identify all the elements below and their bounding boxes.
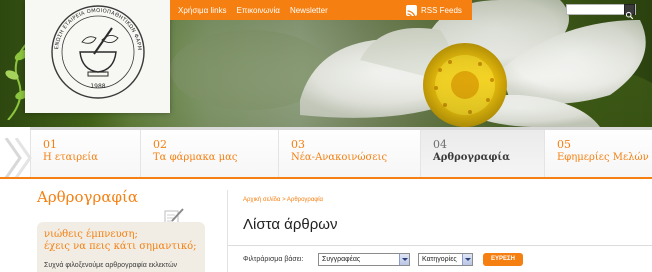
tab-medicines[interactable]: 02 Τα φάρμακα μας	[140, 127, 278, 177]
tab-label: Τα φάρμακα μας	[153, 152, 238, 163]
top-link-contact[interactable]: Επικοινωνία	[229, 6, 282, 15]
sidebar-slogan-line2: έχεις να πεις κάτι σημαντικό;	[44, 241, 197, 252]
tab-news[interactable]: 03 Νέα-Ανακοινώσεις	[278, 127, 420, 177]
sidebar-slogan-line1: νιώθεις έμπνευση;	[44, 229, 138, 240]
logo[interactable]: ΕΝΩΣΗ ΕΤΑΙΡΕΙΑ ΟΜΟΙΟΠΑΘΗΤΙΚΩΝ ΦΑΡΜΑΚΟΠΟΙ…	[25, 0, 170, 113]
category-select-value: Κατηγορίες	[422, 256, 457, 263]
category-select[interactable]: Κατηγορίες	[418, 253, 473, 266]
tab-articles[interactable]: 04 Αρθρογραφία	[420, 127, 544, 177]
sidebar-title: Αρθρογραφία	[37, 188, 138, 206]
top-link-newsletter[interactable]: Newsletter	[282, 6, 330, 15]
nav-divider	[0, 177, 652, 179]
logo-year: 1988	[90, 83, 105, 90]
tab-label: Εφημερίες Μελών	[557, 152, 649, 163]
logo-emblem: ΕΝΩΣΗ ΕΤΑΙΡΕΙΑ ΟΜΟΙΟΠΑΘΗΤΙΚΩΝ ΦΑΡΜΑΚΟΠΟΙ…	[36, 0, 145, 99]
tab-number: 04	[433, 138, 447, 151]
sidebar-slogan: νιώθεις έμπνευση; έχεις να πεις κάτι σημ…	[44, 229, 214, 253]
page-title: Λίστα άρθρων	[243, 216, 338, 233]
chevron-down-icon	[399, 254, 409, 265]
top-link-useful-links[interactable]: Χρήσιμα links	[170, 6, 229, 15]
chevron-down-icon	[462, 254, 472, 265]
filter-label: Φιλτράρισμα βάσει:	[243, 256, 304, 263]
breadcrumb[interactable]: Αρχική σελίδα > Αρθρογραφία	[243, 197, 323, 203]
tab-label: Νέα-Ανακοινώσεις	[291, 152, 388, 163]
nav-arrows-decoration	[4, 138, 32, 178]
search-icon	[625, 11, 634, 20]
rss-icon	[406, 4, 417, 19]
header-banner: ΕΝΩΣΗ ΕΤΑΙΡΕΙΑ ΟΜΟΙΟΠΑΘΗΤΙΚΩΝ ΦΑΡΜΑΚΟΠΟΙ…	[0, 0, 652, 127]
rss-link[interactable]: RSS Feeds	[400, 0, 471, 20]
tab-number: 05	[557, 138, 571, 151]
author-select[interactable]: Συγγραφέας	[318, 253, 410, 266]
tab-number: 03	[291, 138, 305, 151]
tab-pharmacy-duties[interactable]: 05 Εφημερίες Μελών	[544, 127, 652, 177]
find-button[interactable]: ΕΥΡΕΣΗ	[483, 253, 523, 266]
tab-number: 01	[43, 138, 57, 151]
main-nav: 01 Η εταιρεία 02 Τα φάρμακα μας 03 Νέα-Α…	[0, 127, 652, 177]
tab-company[interactable]: 01 Η εταιρεία	[30, 127, 140, 177]
tab-label: Η εταιρεία	[43, 152, 99, 163]
site-search-button[interactable]	[624, 4, 635, 20]
tab-number: 02	[153, 138, 167, 151]
tab-label: Αρθρογραφία	[433, 152, 510, 163]
sidebar-text: Συχνά φιλοξενούμε αρθρογραφία εκλεκτών	[44, 262, 178, 269]
content-divider	[227, 190, 228, 272]
author-select-value: Συγγραφέας	[322, 256, 361, 263]
rss-label: RSS Feeds	[421, 5, 462, 15]
title-divider	[228, 245, 652, 246]
